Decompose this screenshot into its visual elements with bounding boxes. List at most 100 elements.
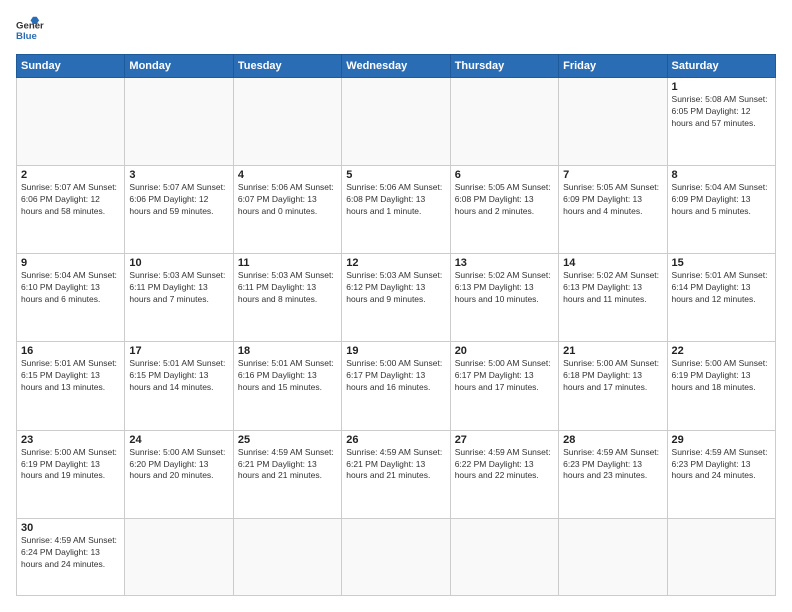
svg-text:Blue: Blue bbox=[16, 31, 37, 42]
calendar-cell bbox=[342, 78, 450, 166]
day-info: Sunrise: 5:04 AM Sunset: 6:10 PM Dayligh… bbox=[21, 270, 120, 306]
calendar-cell: 24Sunrise: 5:00 AM Sunset: 6:20 PM Dayli… bbox=[125, 430, 233, 518]
day-info: Sunrise: 4:59 AM Sunset: 6:21 PM Dayligh… bbox=[238, 447, 337, 483]
calendar-cell bbox=[125, 518, 233, 595]
calendar-cell: 26Sunrise: 4:59 AM Sunset: 6:21 PM Dayli… bbox=[342, 430, 450, 518]
calendar-cell: 20Sunrise: 5:00 AM Sunset: 6:17 PM Dayli… bbox=[450, 342, 558, 430]
day-number: 1 bbox=[672, 81, 771, 93]
weekday-sunday: Sunday bbox=[17, 55, 125, 78]
calendar-cell bbox=[450, 78, 558, 166]
calendar-cell: 28Sunrise: 4:59 AM Sunset: 6:23 PM Dayli… bbox=[559, 430, 667, 518]
generalblue-logo-icon: General Blue bbox=[16, 16, 44, 44]
day-number: 30 bbox=[21, 522, 120, 534]
day-info: Sunrise: 5:06 AM Sunset: 6:07 PM Dayligh… bbox=[238, 182, 337, 218]
weekday-tuesday: Tuesday bbox=[233, 55, 341, 78]
day-number: 14 bbox=[563, 257, 662, 269]
day-number: 25 bbox=[238, 434, 337, 446]
day-info: Sunrise: 5:05 AM Sunset: 6:08 PM Dayligh… bbox=[455, 182, 554, 218]
calendar-cell: 10Sunrise: 5:03 AM Sunset: 6:11 PM Dayli… bbox=[125, 254, 233, 342]
weekday-saturday: Saturday bbox=[667, 55, 775, 78]
day-info: Sunrise: 5:07 AM Sunset: 6:06 PM Dayligh… bbox=[21, 182, 120, 218]
page: General Blue SundayMondayTuesdayWednesda… bbox=[0, 0, 792, 612]
header: General Blue bbox=[16, 16, 776, 44]
calendar-cell bbox=[125, 78, 233, 166]
svg-text:General: General bbox=[16, 20, 44, 31]
calendar-cell: 29Sunrise: 4:59 AM Sunset: 6:23 PM Dayli… bbox=[667, 430, 775, 518]
calendar-cell: 4Sunrise: 5:06 AM Sunset: 6:07 PM Daylig… bbox=[233, 166, 341, 254]
weekday-wednesday: Wednesday bbox=[342, 55, 450, 78]
day-info: Sunrise: 5:06 AM Sunset: 6:08 PM Dayligh… bbox=[346, 182, 445, 218]
week-row-5: 23Sunrise: 5:00 AM Sunset: 6:19 PM Dayli… bbox=[17, 430, 776, 518]
day-number: 8 bbox=[672, 169, 771, 181]
calendar-cell: 16Sunrise: 5:01 AM Sunset: 6:15 PM Dayli… bbox=[17, 342, 125, 430]
day-info: Sunrise: 5:00 AM Sunset: 6:20 PM Dayligh… bbox=[129, 447, 228, 483]
day-number: 20 bbox=[455, 345, 554, 357]
calendar-cell: 18Sunrise: 5:01 AM Sunset: 6:16 PM Dayli… bbox=[233, 342, 341, 430]
calendar-cell: 14Sunrise: 5:02 AM Sunset: 6:13 PM Dayli… bbox=[559, 254, 667, 342]
day-number: 5 bbox=[346, 169, 445, 181]
day-number: 11 bbox=[238, 257, 337, 269]
day-info: Sunrise: 5:04 AM Sunset: 6:09 PM Dayligh… bbox=[672, 182, 771, 218]
calendar-cell bbox=[233, 518, 341, 595]
calendar-cell: 13Sunrise: 5:02 AM Sunset: 6:13 PM Dayli… bbox=[450, 254, 558, 342]
day-info: Sunrise: 5:01 AM Sunset: 6:16 PM Dayligh… bbox=[238, 358, 337, 394]
calendar-cell bbox=[233, 78, 341, 166]
calendar-cell: 22Sunrise: 5:00 AM Sunset: 6:19 PM Dayli… bbox=[667, 342, 775, 430]
day-number: 23 bbox=[21, 434, 120, 446]
day-info: Sunrise: 4:59 AM Sunset: 6:23 PM Dayligh… bbox=[563, 447, 662, 483]
day-info: Sunrise: 5:02 AM Sunset: 6:13 PM Dayligh… bbox=[455, 270, 554, 306]
day-number: 21 bbox=[563, 345, 662, 357]
day-number: 10 bbox=[129, 257, 228, 269]
day-number: 29 bbox=[672, 434, 771, 446]
calendar-cell: 30Sunrise: 4:59 AM Sunset: 6:24 PM Dayli… bbox=[17, 518, 125, 595]
weekday-header-row: SundayMondayTuesdayWednesdayThursdayFrid… bbox=[17, 55, 776, 78]
day-info: Sunrise: 5:05 AM Sunset: 6:09 PM Dayligh… bbox=[563, 182, 662, 218]
weekday-thursday: Thursday bbox=[450, 55, 558, 78]
day-info: Sunrise: 5:00 AM Sunset: 6:19 PM Dayligh… bbox=[672, 358, 771, 394]
calendar-cell: 23Sunrise: 5:00 AM Sunset: 6:19 PM Dayli… bbox=[17, 430, 125, 518]
day-number: 4 bbox=[238, 169, 337, 181]
calendar-cell bbox=[559, 518, 667, 595]
calendar-cell bbox=[450, 518, 558, 595]
calendar-cell: 3Sunrise: 5:07 AM Sunset: 6:06 PM Daylig… bbox=[125, 166, 233, 254]
day-info: Sunrise: 5:01 AM Sunset: 6:15 PM Dayligh… bbox=[129, 358, 228, 394]
week-row-6: 30Sunrise: 4:59 AM Sunset: 6:24 PM Dayli… bbox=[17, 518, 776, 595]
calendar-cell: 27Sunrise: 4:59 AM Sunset: 6:22 PM Dayli… bbox=[450, 430, 558, 518]
day-number: 24 bbox=[129, 434, 228, 446]
day-info: Sunrise: 5:02 AM Sunset: 6:13 PM Dayligh… bbox=[563, 270, 662, 306]
day-number: 18 bbox=[238, 345, 337, 357]
day-info: Sunrise: 5:03 AM Sunset: 6:11 PM Dayligh… bbox=[129, 270, 228, 306]
week-row-2: 2Sunrise: 5:07 AM Sunset: 6:06 PM Daylig… bbox=[17, 166, 776, 254]
day-number: 16 bbox=[21, 345, 120, 357]
day-number: 27 bbox=[455, 434, 554, 446]
calendar-cell: 17Sunrise: 5:01 AM Sunset: 6:15 PM Dayli… bbox=[125, 342, 233, 430]
day-info: Sunrise: 4:59 AM Sunset: 6:22 PM Dayligh… bbox=[455, 447, 554, 483]
weekday-monday: Monday bbox=[125, 55, 233, 78]
calendar-cell: 11Sunrise: 5:03 AM Sunset: 6:11 PM Dayli… bbox=[233, 254, 341, 342]
day-info: Sunrise: 5:01 AM Sunset: 6:15 PM Dayligh… bbox=[21, 358, 120, 394]
day-number: 26 bbox=[346, 434, 445, 446]
calendar-table: SundayMondayTuesdayWednesdayThursdayFrid… bbox=[16, 54, 776, 596]
day-number: 9 bbox=[21, 257, 120, 269]
day-info: Sunrise: 5:08 AM Sunset: 6:05 PM Dayligh… bbox=[672, 94, 771, 130]
calendar-cell: 15Sunrise: 5:01 AM Sunset: 6:14 PM Dayli… bbox=[667, 254, 775, 342]
day-number: 22 bbox=[672, 345, 771, 357]
calendar-cell: 8Sunrise: 5:04 AM Sunset: 6:09 PM Daylig… bbox=[667, 166, 775, 254]
day-number: 28 bbox=[563, 434, 662, 446]
calendar-cell bbox=[667, 518, 775, 595]
day-info: Sunrise: 4:59 AM Sunset: 6:24 PM Dayligh… bbox=[21, 535, 120, 571]
calendar-cell: 12Sunrise: 5:03 AM Sunset: 6:12 PM Dayli… bbox=[342, 254, 450, 342]
week-row-4: 16Sunrise: 5:01 AM Sunset: 6:15 PM Dayli… bbox=[17, 342, 776, 430]
calendar-cell: 19Sunrise: 5:00 AM Sunset: 6:17 PM Dayli… bbox=[342, 342, 450, 430]
day-number: 6 bbox=[455, 169, 554, 181]
calendar-cell: 7Sunrise: 5:05 AM Sunset: 6:09 PM Daylig… bbox=[559, 166, 667, 254]
day-number: 19 bbox=[346, 345, 445, 357]
weekday-friday: Friday bbox=[559, 55, 667, 78]
calendar-cell: 9Sunrise: 5:04 AM Sunset: 6:10 PM Daylig… bbox=[17, 254, 125, 342]
day-number: 2 bbox=[21, 169, 120, 181]
week-row-3: 9Sunrise: 5:04 AM Sunset: 6:10 PM Daylig… bbox=[17, 254, 776, 342]
calendar-cell: 21Sunrise: 5:00 AM Sunset: 6:18 PM Dayli… bbox=[559, 342, 667, 430]
day-info: Sunrise: 5:01 AM Sunset: 6:14 PM Dayligh… bbox=[672, 270, 771, 306]
calendar-cell: 2Sunrise: 5:07 AM Sunset: 6:06 PM Daylig… bbox=[17, 166, 125, 254]
calendar-cell bbox=[342, 518, 450, 595]
